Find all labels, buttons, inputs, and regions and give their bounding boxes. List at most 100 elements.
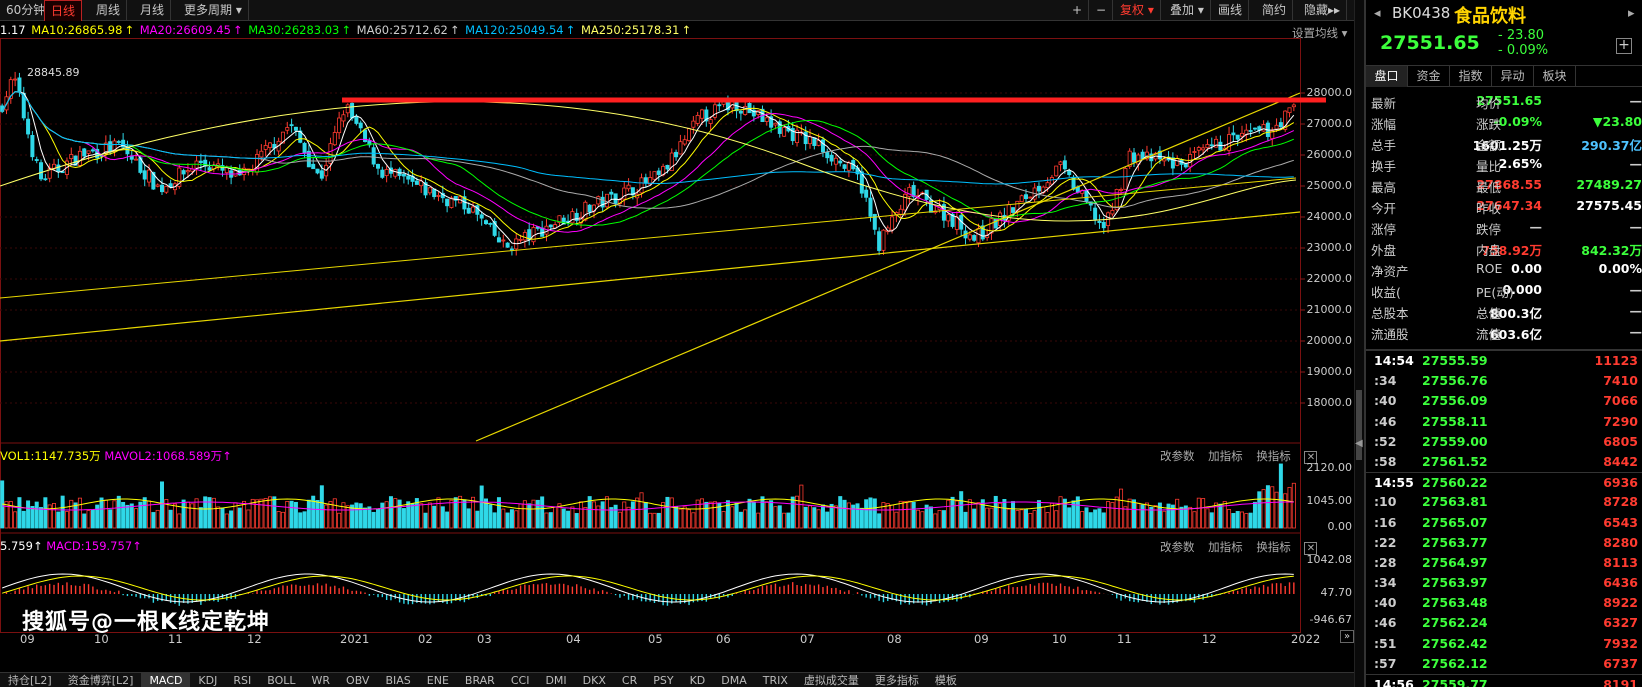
indicator-tab[interactable]: 模板 (927, 673, 965, 687)
quote-row: 今开 27647.34 昨收 27575.45 (1366, 196, 1642, 217)
volume-bar (52, 503, 57, 529)
fuquan-dropdown[interactable]: 复权 ▾ (1114, 0, 1161, 21)
volume-bar (808, 505, 813, 529)
prev-arrow-icon[interactable]: ◂ (1374, 6, 1381, 21)
last-price: 27551.65 (1380, 32, 1480, 54)
more-periods-button[interactable]: 更多周期 ▾ (178, 0, 249, 21)
candle-body (1024, 194, 1029, 200)
tick-volume: 6327 (1603, 615, 1638, 631)
indicator-tab[interactable]: 更多指标 (867, 673, 927, 687)
macd-add-indicator-button[interactable]: 加指标 (1208, 540, 1243, 554)
indicator-tab[interactable]: BRAR (457, 673, 503, 687)
indicator-tab[interactable]: ENE (419, 673, 457, 687)
next-arrow-icon[interactable]: ▸ (1628, 6, 1635, 21)
macd-edit-params-button[interactable]: 改参数 (1160, 540, 1195, 554)
collapse-arrow-icon[interactable]: ◀ (1355, 438, 1363, 449)
volume-bar (30, 506, 35, 529)
add-watchlist-button[interactable]: + (1616, 38, 1632, 54)
indicator-tab[interactable]: DKX (575, 673, 614, 687)
indicator-tab[interactable]: DMI (537, 673, 574, 687)
volume-bar (976, 502, 981, 529)
volume-bar (259, 498, 264, 529)
volume-bar (894, 511, 899, 529)
quote-tab[interactable]: 异动 (1492, 66, 1534, 87)
tick-volume: 8442 (1603, 453, 1638, 469)
candle-body (833, 157, 838, 165)
candle-body (466, 207, 471, 214)
candle-body (1261, 124, 1266, 132)
volume-bar (1240, 511, 1245, 529)
quote-label: 总股本 (1371, 306, 1409, 321)
volume-bar (1188, 506, 1193, 529)
indicator-tab[interactable]: KD (682, 673, 714, 687)
indicator-tab[interactable]: RSI (225, 673, 259, 687)
indicator-tab[interactable]: BIAS (377, 673, 418, 687)
zoom-in-button[interactable]: + (1066, 0, 1090, 21)
volume-bar (1227, 509, 1232, 529)
scroll-right-icon[interactable]: » (1340, 630, 1354, 643)
indicator-tab[interactable]: 虚拟成交量 (796, 673, 867, 687)
chevron-down-icon: ▾ (1147, 3, 1154, 17)
volume-bar (151, 512, 156, 529)
macd-switch-indicator-button[interactable]: 换指标 (1256, 540, 1291, 554)
indicator-tab[interactable]: WR (304, 673, 339, 687)
volume-bar (73, 502, 78, 529)
candle-body (808, 136, 813, 145)
simple-mode-button[interactable]: 简约 (1256, 0, 1294, 21)
price-axis-tick: 22000.0 (1306, 272, 1353, 285)
draw-line-button[interactable]: 画线 (1212, 0, 1250, 21)
period-day-button[interactable]: 日线 (44, 0, 83, 21)
quote-tab[interactable]: 盘口 (1366, 66, 1408, 87)
panel-splitter[interactable] (1354, 0, 1364, 687)
volume-bar (1036, 500, 1041, 529)
volume-bar (691, 512, 696, 529)
volume-bar (1261, 489, 1266, 529)
volume-bar (445, 511, 450, 529)
zoom-out-button[interactable]: − (1090, 0, 1114, 21)
volume-bar (492, 512, 497, 529)
volume-switch-indicator-button[interactable]: 换指标 (1256, 449, 1291, 463)
indicator-tab[interactable]: DMA (713, 673, 755, 687)
volume-bar (786, 512, 791, 529)
candle-body (483, 220, 488, 225)
overlay-dropdown[interactable]: 叠加 ▾ (1164, 0, 1211, 21)
candle-body (43, 178, 48, 181)
candle-body (609, 191, 614, 195)
volume-bar (756, 512, 761, 529)
indicator-tab[interactable]: 资金博弈[L2] (60, 673, 142, 687)
indicator-tab[interactable]: KDJ (190, 673, 225, 687)
quote-tab[interactable]: 板块 (1534, 66, 1576, 87)
indicator-tab[interactable]: TRIX (755, 673, 796, 687)
indicator-tab[interactable]: OBV (338, 673, 377, 687)
volume-bar (1045, 512, 1050, 529)
volume-edit-params-button[interactable]: 改参数 (1160, 449, 1195, 463)
quote-tab[interactable]: 资金 (1408, 66, 1450, 87)
quote-label: 流通股 (1371, 327, 1409, 342)
dif-value: 5.759 (0, 539, 33, 553)
volume-add-indicator-button[interactable]: 加指标 (1208, 449, 1243, 463)
indicator-tab[interactable]: PSY (645, 673, 681, 687)
candle-body (842, 164, 847, 169)
volume-bar (566, 510, 571, 529)
indicator-tab[interactable]: MACD (141, 673, 191, 687)
tick-volume: 6436 (1603, 575, 1638, 591)
hide-panel-button[interactable]: 隐藏▸▸ (1298, 0, 1348, 21)
candle-body (700, 109, 705, 119)
quote-tab[interactable]: 指数 (1450, 66, 1492, 87)
period-month-button[interactable]: 月线 (134, 0, 172, 21)
candle-body (436, 195, 441, 197)
tick-list[interactable]: 14:54 27555.59 11123:34 27556.76 7410:40 2755… (1366, 349, 1642, 687)
candle-body (445, 198, 450, 207)
period-week-button[interactable]: 周线 (90, 0, 128, 21)
volume-bar (721, 511, 726, 529)
indicator-tab[interactable]: CCI (503, 673, 538, 687)
tick-row: :46 27558.11 7290 (1366, 412, 1642, 432)
quote-value: — (1629, 93, 1642, 108)
overlay-label: 叠加 (1170, 3, 1195, 17)
indicator-tab[interactable]: BOLL (259, 673, 303, 687)
indicator-tab[interactable]: 持仓[L2] (0, 673, 60, 687)
indicator-tab[interactable]: CR (614, 673, 645, 687)
fuquan-label: 复权 (1120, 3, 1145, 17)
splitter-handle[interactable] (1356, 390, 1362, 460)
volume-bar (1278, 463, 1283, 529)
